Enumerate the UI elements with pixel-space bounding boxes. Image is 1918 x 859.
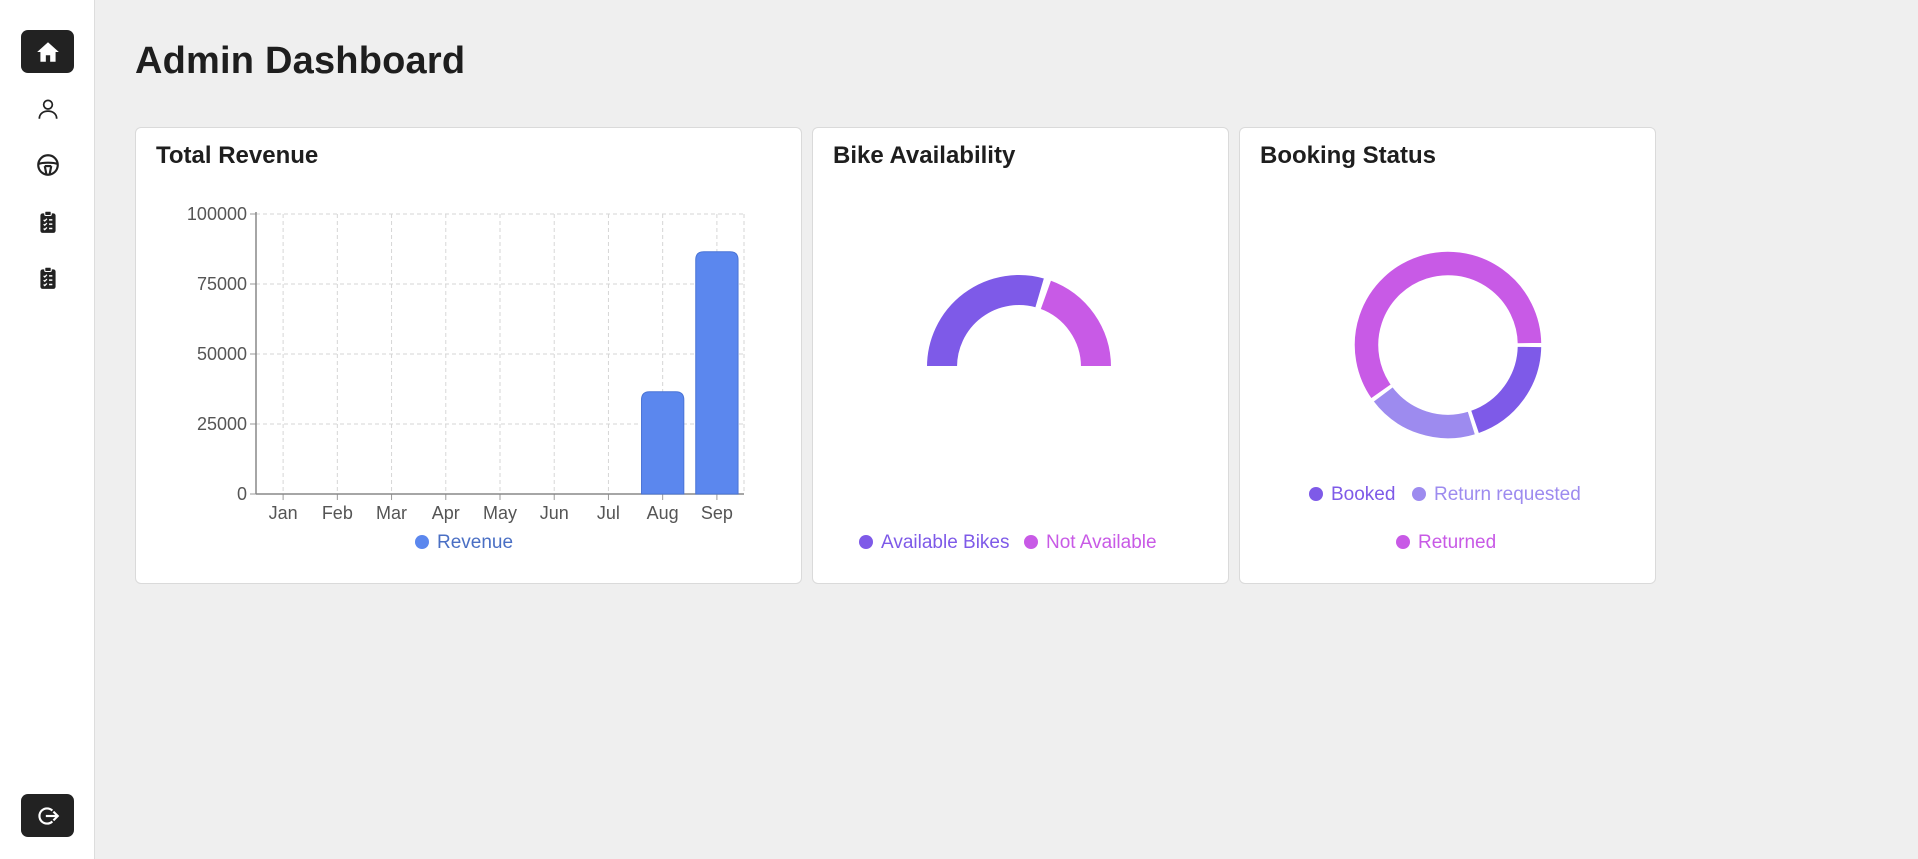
bike-availability-chart: Available Bikes Not Available <box>859 273 1157 553</box>
revenue-bar-chart: 0 25000 50000 75000 100000 Jan Feb Mar Apr May Jun… <box>187 204 745 553</box>
logout-button[interactable] <box>21 794 74 837</box>
legend-swatch-returned <box>1396 535 1410 549</box>
clipboard-list-icon <box>39 266 56 289</box>
nav-users-button[interactable] <box>21 87 74 130</box>
x-tick-label: Jul <box>597 503 620 523</box>
y-tick-label: 50000 <box>197 344 247 364</box>
x-tick-label: Aug <box>647 503 679 523</box>
legend-label-booked: Booked <box>1331 484 1395 505</box>
x-tick-label: Feb <box>322 503 353 523</box>
bike-availability-card: Bike Availability Available Bikes Not Ava… <box>812 127 1229 584</box>
legend-label-revenue: Revenue <box>437 532 513 553</box>
booking-status-card: Booking Status Booked Return requested Ret… <box>1239 127 1656 584</box>
revenue-card: Total Revenue 0 25000 50000 75000 100000 Jan F… <box>135 127 802 584</box>
legend-swatch-available-bikes <box>859 535 873 549</box>
revenue-bar-aug <box>641 391 685 495</box>
x-tick-label: May <box>483 503 517 523</box>
sidebar <box>0 0 95 859</box>
nav-bikes-button[interactable] <box>21 143 74 186</box>
y-tick-label: 0 <box>237 484 247 504</box>
page-title: Admin Dashboard <box>135 40 466 82</box>
steering-wheel-icon <box>36 153 59 176</box>
user-icon <box>37 98 58 119</box>
y-tick-label: 25000 <box>197 414 247 434</box>
home-icon <box>36 41 59 62</box>
booking-status-chart: Booked Return requested Returned <box>1309 250 1581 553</box>
nav-bookings-button[interactable] <box>21 200 74 243</box>
legend-label-not-available: Not Available <box>1046 532 1157 553</box>
legend-label-return-requested: Return requested <box>1434 484 1581 505</box>
nav-reports-button[interactable] <box>21 256 74 299</box>
x-tick-label: Apr <box>432 503 460 523</box>
legend-label-available-bikes: Available Bikes <box>881 532 1010 553</box>
y-tick-label: 75000 <box>197 274 247 294</box>
clipboard-list-icon <box>39 210 56 233</box>
booking-arc-return-requested <box>1372 385 1477 440</box>
revenue-bar-sep <box>695 251 739 495</box>
x-tick-label: Sep <box>701 503 733 523</box>
legend-swatch-not-available <box>1024 535 1038 549</box>
booking-arc-booked <box>1469 345 1543 435</box>
legend-swatch-return-requested <box>1412 487 1426 501</box>
y-tick-label: 100000 <box>187 204 247 224</box>
legend-swatch-booked <box>1309 487 1323 501</box>
x-tick-label: Jun <box>540 503 569 523</box>
bike-arc-not-available <box>1038 278 1113 368</box>
bike-arc-available-bikes <box>925 273 1047 368</box>
legend-label-returned: Returned <box>1418 532 1496 553</box>
logout-icon <box>37 806 59 825</box>
nav-home-button[interactable] <box>21 30 74 73</box>
legend-swatch-revenue <box>415 535 429 549</box>
x-tick-label: Jan <box>269 503 298 523</box>
x-tick-label: Mar <box>376 503 407 523</box>
